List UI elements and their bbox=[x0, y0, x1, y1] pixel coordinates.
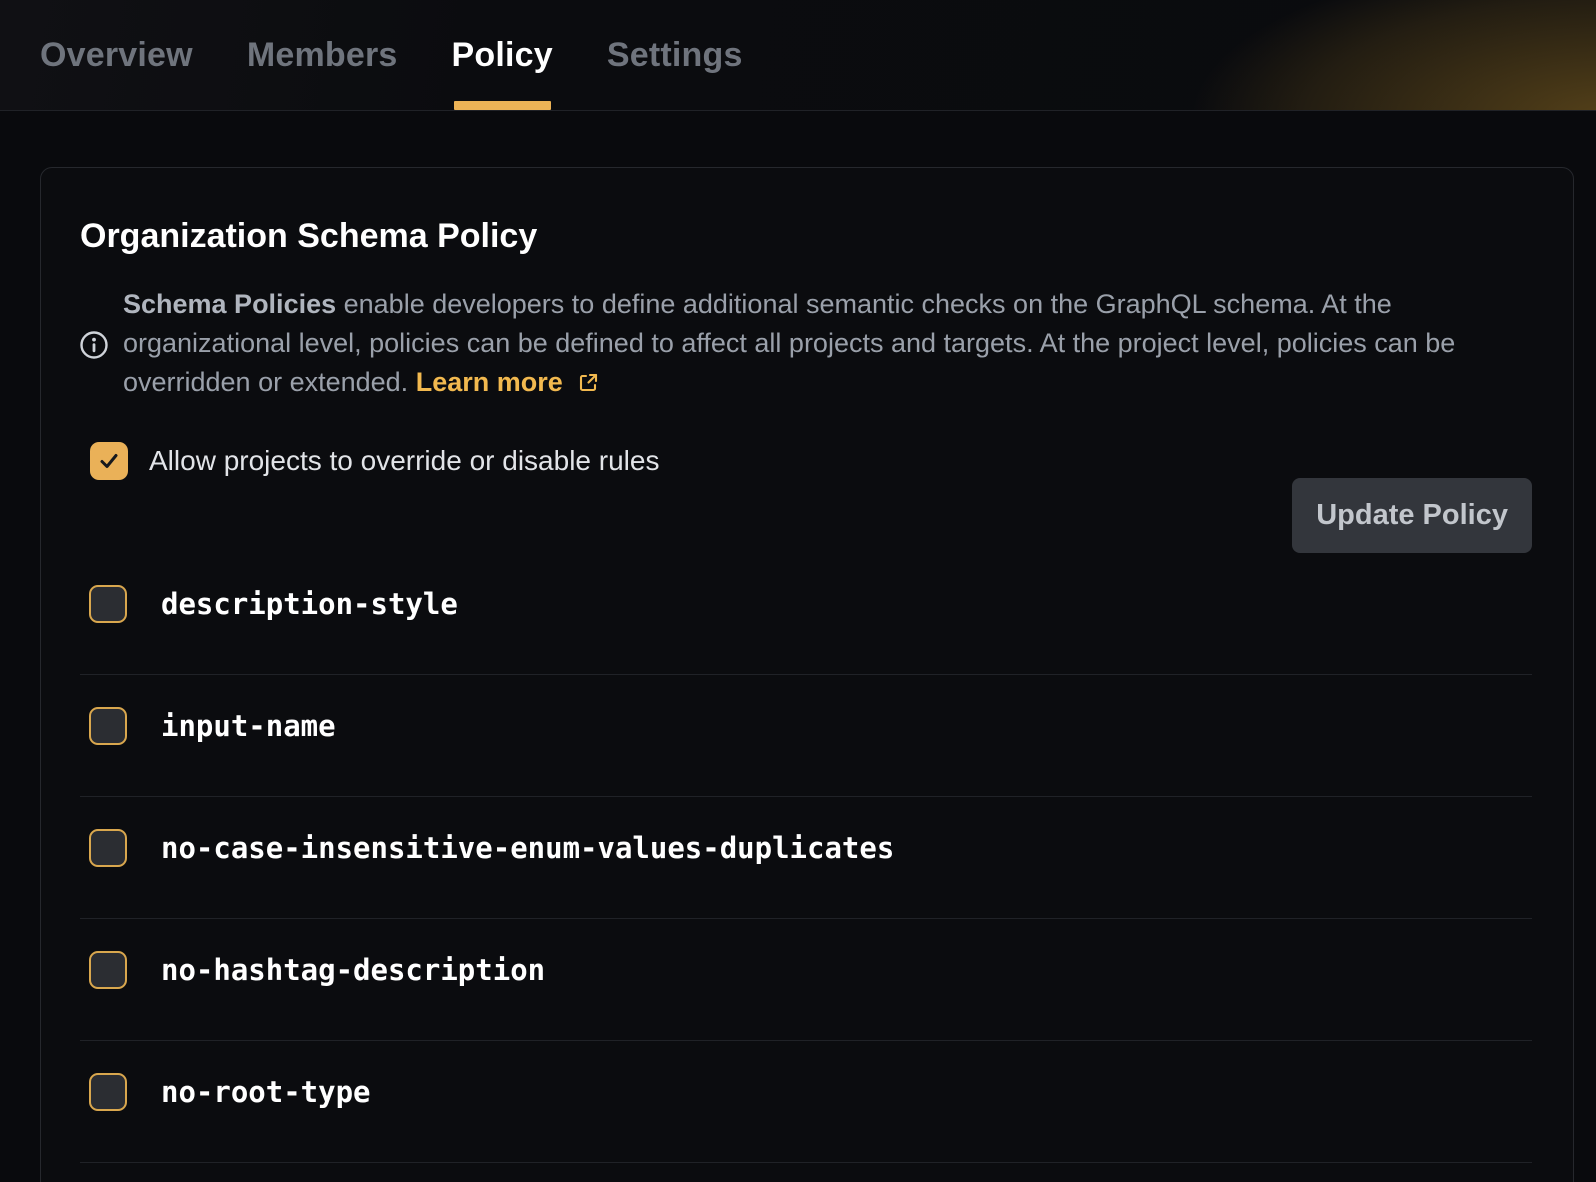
rule-checkbox-no-root-type[interactable] bbox=[89, 1073, 127, 1111]
rule-row-no-hashtag-description: no-hashtag-description bbox=[80, 919, 1532, 1041]
tab-settings[interactable]: Settings bbox=[607, 0, 743, 110]
external-link-icon bbox=[571, 369, 600, 399]
policy-rules-list: description-style input-name no-case-ins… bbox=[80, 553, 1532, 1163]
allow-override-row: Allow projects to override or disable ru… bbox=[80, 442, 1532, 480]
page-title: Organization Schema Policy bbox=[80, 216, 1532, 257]
tab-members-label: Members bbox=[247, 36, 398, 75]
policy-description-bold: Schema Policies bbox=[123, 289, 336, 319]
info-icon bbox=[80, 331, 108, 359]
rule-row-no-case-insensitive-enum-values-duplicates: no-case-insensitive-enum-values-duplicat… bbox=[80, 797, 1532, 919]
policy-description: Schema Policies enable developers to def… bbox=[123, 285, 1498, 404]
rule-checkbox-no-case-insensitive-enum-values-duplicates[interactable] bbox=[89, 829, 127, 867]
rule-checkbox-description-style[interactable] bbox=[89, 585, 127, 623]
rule-name-label: no-root-type bbox=[161, 1073, 371, 1111]
learn-more-link[interactable]: Learn more bbox=[416, 367, 563, 397]
button-row: Update Policy bbox=[80, 478, 1532, 553]
checkmark-icon bbox=[98, 450, 120, 472]
rule-row-description-style: description-style bbox=[80, 553, 1532, 675]
allow-override-checkbox[interactable] bbox=[90, 442, 128, 480]
update-policy-button[interactable]: Update Policy bbox=[1292, 478, 1532, 553]
rule-name-label: description-style bbox=[161, 585, 458, 623]
rule-checkbox-no-hashtag-description[interactable] bbox=[89, 951, 127, 989]
schema-policy-card: Organization Schema Policy Schema Polici… bbox=[40, 167, 1574, 1182]
tab-policy[interactable]: Policy bbox=[452, 0, 553, 110]
tab-overview-label: Overview bbox=[40, 36, 193, 75]
rule-checkbox-input-name[interactable] bbox=[89, 707, 127, 745]
allow-override-label: Allow projects to override or disable ru… bbox=[149, 445, 659, 477]
tab-settings-label: Settings bbox=[607, 36, 743, 75]
rule-row-no-root-type: no-root-type bbox=[80, 1041, 1532, 1163]
active-tab-indicator bbox=[454, 101, 551, 110]
tab-members[interactable]: Members bbox=[247, 0, 398, 110]
org-tab-bar: Overview Members Policy Settings bbox=[0, 0, 1596, 111]
rule-name-label: no-hashtag-description bbox=[161, 951, 545, 989]
rule-name-label: input-name bbox=[161, 707, 336, 745]
rule-row-input-name: input-name bbox=[80, 675, 1532, 797]
tab-overview[interactable]: Overview bbox=[40, 0, 193, 110]
rule-name-label: no-case-insensitive-enum-values-duplicat… bbox=[161, 829, 894, 867]
tab-policy-label: Policy bbox=[452, 36, 553, 75]
policy-info-callout: Schema Policies enable developers to def… bbox=[80, 285, 1532, 404]
